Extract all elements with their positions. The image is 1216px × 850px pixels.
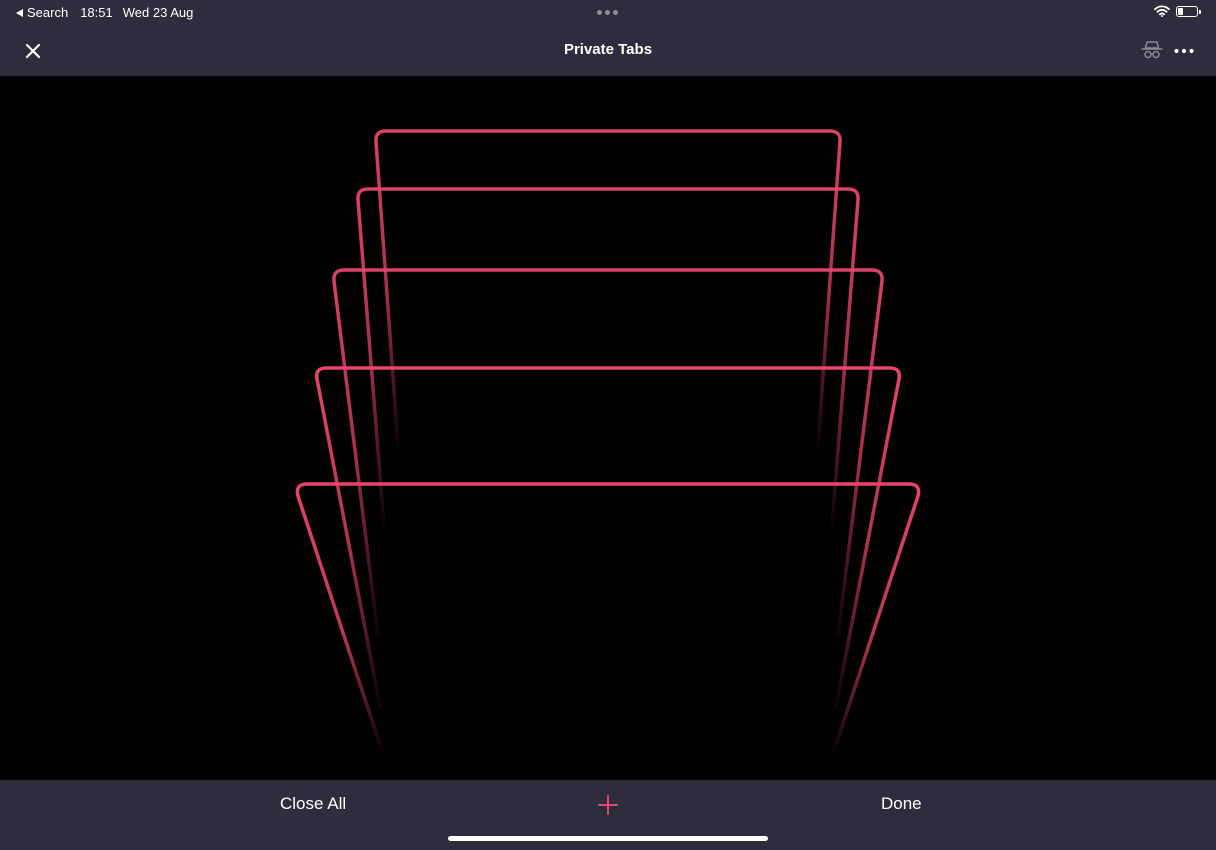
new-private-tab-button[interactable]: [596, 793, 620, 817]
battery-nub: [1199, 9, 1201, 14]
close-all-button[interactable]: Close All: [280, 794, 346, 814]
plus-icon: [598, 795, 618, 815]
private-browsing-icon: [1141, 41, 1163, 59]
battery-icon: [1176, 5, 1201, 17]
status-time: 18:51: [80, 5, 113, 20]
status-left: Search 18:51 Wed 23 Aug: [16, 5, 193, 20]
tab-outline: [314, 366, 902, 708]
private-mode-button[interactable]: [1140, 39, 1164, 61]
tab-outline: [295, 482, 921, 753]
back-arrow-icon: [16, 8, 23, 17]
empty-state-area: [0, 76, 1216, 780]
nav-bar: Private Tabs: [0, 26, 1216, 76]
tab-outline: [374, 129, 842, 448]
private-tabs-screen: Search 18:51 Wed 23 Aug Private Tabs Clo…: [0, 0, 1216, 850]
status-bar: Search 18:51 Wed 23 Aug: [0, 0, 1216, 26]
done-button[interactable]: Done: [881, 794, 922, 814]
tab-outline: [356, 187, 860, 528]
wifi-icon: [1154, 5, 1170, 17]
more-options-button[interactable]: [1172, 39, 1196, 63]
multitask-dot: [613, 10, 618, 15]
back-app-label: Search: [27, 5, 69, 20]
multitasking-handle[interactable]: [597, 10, 618, 15]
stacked-tabs-illustration: [295, 129, 921, 753]
home-indicator[interactable]: [448, 836, 768, 841]
back-to-app-button[interactable]: Search: [16, 5, 68, 20]
more-icon: [1174, 48, 1194, 54]
status-date: Wed 23 Aug: [122, 5, 194, 20]
battery-level: [1178, 7, 1183, 15]
tab-outline: [332, 268, 884, 638]
bottom-toolbar: Close All Done: [0, 780, 1216, 850]
page-title: Private Tabs: [563, 41, 653, 58]
status-right: [1154, 5, 1201, 17]
multitask-dot: [605, 10, 610, 15]
multitask-dot: [597, 10, 602, 15]
